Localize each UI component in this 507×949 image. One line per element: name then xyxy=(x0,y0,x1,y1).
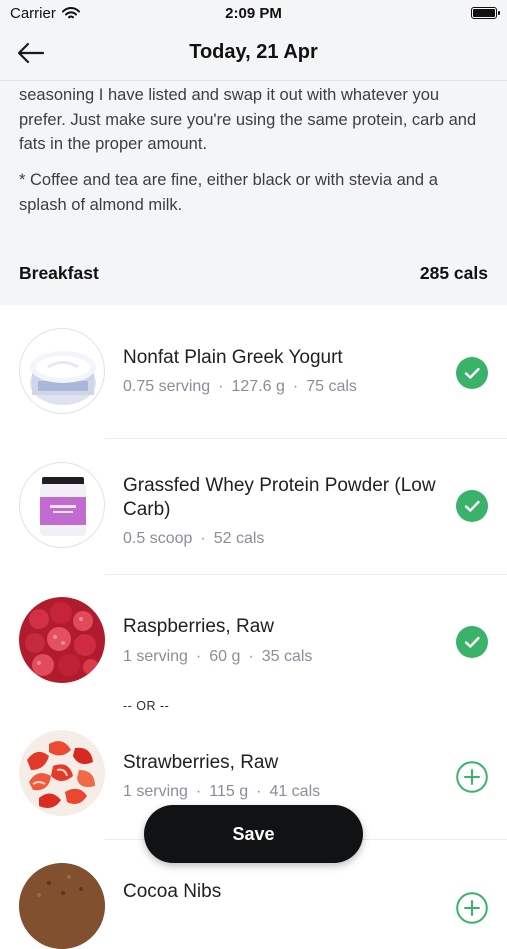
food-meta: 0.5 scoop · 52 cals xyxy=(123,530,265,547)
food-serving: 1 serving xyxy=(123,783,188,800)
or-separator: -- OR -- xyxy=(123,699,170,713)
notes-text-2: * Coffee and tea are fine, either black … xyxy=(19,171,438,214)
food-serving: 0.5 scoop xyxy=(123,530,193,547)
page-title: Today, 21 Apr xyxy=(189,41,318,63)
battery-icon xyxy=(471,7,500,19)
food-calories: 41 cals xyxy=(269,783,321,800)
check-circle-icon[interactable] xyxy=(456,490,488,522)
yogurt-image xyxy=(19,328,105,414)
strawberries-image xyxy=(19,730,105,816)
food-name: Raspberries, Raw xyxy=(123,616,274,637)
food-name: Grassfed Whey Protein Powder (Low Carb) xyxy=(123,475,436,520)
list-item[interactable]: Grassfed Whey Protein Powder (Low Carb) … xyxy=(0,439,507,575)
plus-circle-icon[interactable] xyxy=(456,761,488,793)
food-serving: 1 serving xyxy=(123,648,188,665)
cocoa-nibs-image xyxy=(19,863,105,949)
food-name: Strawberries, Raw xyxy=(123,752,279,773)
food-name: Cocoa Nibs xyxy=(123,881,222,902)
list-item[interactable]: Nonfat Plain Greek Yogurt 0.75 serving · 1… xyxy=(0,305,507,439)
food-calories: 52 cals xyxy=(213,530,265,547)
meal-header: Breakfast 285 cals xyxy=(19,263,488,284)
food-weight: 60 g xyxy=(209,648,241,665)
save-button[interactable]: Save xyxy=(144,805,363,863)
nav-bar: Today, 21 Apr xyxy=(0,28,507,81)
food-meta: 1 serving · 60 g · 35 cals xyxy=(123,648,313,665)
notes-text-1: seasoning I have listed and swap it out … xyxy=(19,86,477,153)
plus-circle-icon[interactable] xyxy=(456,892,488,924)
check-circle-icon[interactable] xyxy=(456,357,488,389)
meal-calories: 285 cals xyxy=(419,263,488,283)
raspberries-image xyxy=(19,597,105,683)
food-meta: 1 serving · 115 g · 41 cals xyxy=(123,783,321,800)
list-item[interactable]: Raspberries, Raw 1 serving · 60 g · 35 cals xyxy=(0,575,507,691)
food-serving: 0.75 serving xyxy=(123,378,211,395)
meal-notes: seasoning I have listed and swap it out … xyxy=(0,81,507,305)
food-weight: 127.6 g xyxy=(231,378,285,395)
food-weight: 115 g xyxy=(209,783,249,800)
food-meta: 0.75 serving · 127.6 g · 75 cals xyxy=(123,378,357,395)
protein-powder-image xyxy=(19,462,105,548)
status-time: 2:09 PM xyxy=(225,5,282,22)
check-circle-icon[interactable] xyxy=(456,626,488,658)
status-bar: Carrier 2:09 PM xyxy=(0,0,507,28)
food-name: Nonfat Plain Greek Yogurt xyxy=(123,347,343,368)
food-calories: 75 cals xyxy=(306,378,357,395)
food-calories: 35 cals xyxy=(261,648,313,665)
meal-name: Breakfast xyxy=(19,263,99,283)
